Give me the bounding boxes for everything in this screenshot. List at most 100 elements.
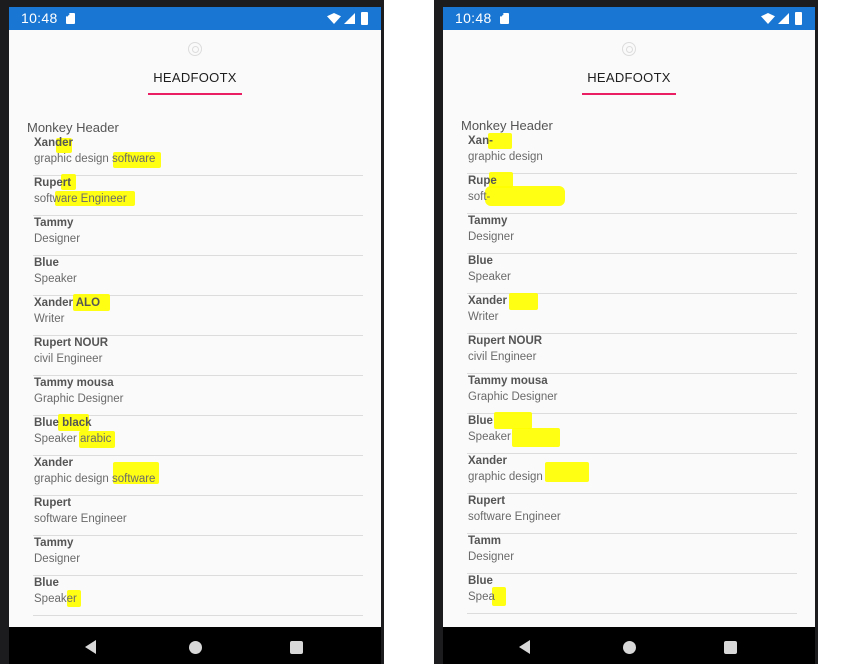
list-item[interactable]: Rupert NOUR civil Engineer bbox=[33, 336, 363, 376]
signal-icon bbox=[344, 13, 355, 24]
status-time: 10:48 bbox=[21, 10, 58, 26]
sd-card-icon bbox=[500, 13, 509, 24]
item-role: Graphic Designer bbox=[34, 393, 124, 405]
phone-left: 10:48 HEADFOOTX Monkey Header Xander gra… bbox=[0, 0, 384, 664]
item-name: Xander bbox=[34, 457, 73, 469]
item-name: Xander bbox=[34, 137, 73, 149]
tab-indicator bbox=[582, 93, 676, 95]
list-item[interactable]: Xander graphic design software bbox=[33, 456, 363, 496]
list-header: Monkey Header bbox=[461, 118, 553, 133]
item-name: Xander bbox=[468, 455, 507, 467]
item-role: Designer bbox=[34, 553, 81, 565]
item-name: Blue bbox=[34, 257, 59, 269]
highlight-mark bbox=[494, 412, 532, 429]
item-name: Rupert bbox=[34, 177, 72, 189]
tab-icon[interactable] bbox=[188, 42, 202, 56]
wifi-icon bbox=[327, 13, 341, 24]
status-time: 10:48 bbox=[455, 10, 492, 26]
item-role: Designer bbox=[468, 231, 515, 243]
item-name: Tammy bbox=[34, 537, 74, 549]
phone-screen: 10:48 HEADFOOTX Monkey Header Xan- graph… bbox=[443, 7, 815, 627]
signal-icon bbox=[778, 13, 789, 24]
list-item[interactable]: Tamm Designer bbox=[467, 534, 797, 574]
phone-screen: 10:48 HEADFOOTX Monkey Header Xander gra… bbox=[9, 7, 381, 627]
tab-indicator bbox=[148, 93, 242, 95]
nav-bar bbox=[443, 627, 815, 664]
list-item[interactable]: Tammy mousa Graphic Designer bbox=[467, 374, 797, 414]
list-item[interactable]: Rupert NOUR civil Engineer bbox=[467, 334, 797, 374]
item-role: Designer bbox=[468, 551, 515, 563]
item-role: graphic design software bbox=[34, 153, 156, 165]
item-name: Tammy bbox=[34, 217, 74, 229]
back-icon[interactable] bbox=[519, 640, 530, 654]
tab-icon[interactable] bbox=[622, 42, 636, 56]
item-name: Rupert NOUR bbox=[34, 337, 109, 349]
list-item[interactable]: Xander Writer bbox=[467, 293, 797, 334]
tab-headfootx[interactable]: HEADFOOTX bbox=[9, 70, 381, 85]
list-item[interactable]: Blue Spea bbox=[467, 574, 797, 614]
item-name: Tamm bbox=[468, 535, 502, 547]
recent-apps-icon[interactable] bbox=[290, 641, 303, 654]
list-item[interactable]: Rupert software Engineer bbox=[467, 494, 797, 534]
list-item[interactable]: Xan- graphic design bbox=[467, 133, 797, 174]
item-name: Xander ALO bbox=[34, 297, 101, 309]
list-item[interactable]: Xander graphic design software bbox=[33, 136, 363, 176]
item-role: Writer bbox=[34, 313, 65, 325]
item-role: Speaker bbox=[468, 431, 511, 443]
item-name: Blue bbox=[468, 255, 493, 267]
item-name: Rupert NOUR bbox=[468, 335, 543, 347]
phone-right: 10:48 HEADFOOTX Monkey Header Xan- graph… bbox=[434, 0, 818, 664]
tab-headfootx[interactable]: HEADFOOTX bbox=[443, 70, 815, 85]
home-icon[interactable] bbox=[189, 641, 202, 654]
list-item[interactable]: Tammy Designer bbox=[33, 536, 363, 576]
list-item[interactable]: Blue Speaker bbox=[467, 412, 797, 454]
shell-tab-bar: HEADFOOTX bbox=[9, 30, 381, 100]
item-name: Tammy mousa bbox=[34, 377, 114, 389]
item-role: Speaker bbox=[468, 271, 511, 283]
list-item[interactable]: Xander ALO Writer bbox=[33, 294, 363, 336]
shell-tab-bar: HEADFOOTX bbox=[443, 30, 815, 100]
list-item[interactable]: Blue Speaker bbox=[33, 256, 363, 296]
item-role: Speaker bbox=[34, 273, 77, 285]
list-item[interactable]: Tammy mousa Graphic Designer bbox=[33, 376, 363, 416]
item-role: software Engineer bbox=[34, 193, 127, 205]
list-item[interactable]: Rupert software Engineer bbox=[33, 174, 363, 216]
list-item[interactable]: Xander graphic design bbox=[467, 454, 797, 494]
list-item[interactable]: Rupe soft- bbox=[467, 172, 797, 214]
item-name: Blue bbox=[468, 575, 493, 587]
recent-apps-icon[interactable] bbox=[724, 641, 737, 654]
item-role: soft- bbox=[468, 191, 491, 203]
battery-icon bbox=[361, 12, 368, 25]
item-name: Blue bbox=[34, 577, 59, 589]
nav-bar bbox=[9, 627, 381, 664]
item-name: Xan- bbox=[468, 135, 493, 147]
list-item[interactable]: Blue Speaker bbox=[467, 254, 797, 294]
item-name: Rupert bbox=[468, 495, 506, 507]
item-role: graphic design bbox=[468, 471, 543, 483]
status-bar: 10:48 bbox=[443, 7, 815, 30]
list-item[interactable]: Tammy Designer bbox=[467, 214, 797, 254]
item-role: civil Engineer bbox=[34, 353, 103, 365]
monkey-list[interactable]: Xan- graphic design Rupe soft- Tammy Des… bbox=[443, 133, 815, 614]
item-role: graphic design bbox=[468, 151, 543, 163]
list-header: Monkey Header bbox=[27, 120, 119, 135]
item-role: graphic design software bbox=[34, 473, 156, 485]
item-name: Blue black bbox=[34, 417, 92, 429]
item-role: Speaker bbox=[34, 593, 77, 605]
highlight-mark bbox=[512, 428, 560, 447]
item-role: Speaker arabic bbox=[34, 433, 112, 445]
list-item[interactable]: Blue Speaker bbox=[33, 576, 363, 616]
item-name: Tammy mousa bbox=[468, 375, 548, 387]
list-item[interactable]: Blue black Speaker arabic bbox=[33, 414, 363, 456]
item-role: software Engineer bbox=[34, 513, 127, 525]
item-role: software Engineer bbox=[468, 511, 561, 523]
highlight-mark bbox=[485, 186, 565, 206]
list-item[interactable]: Tammy Designer bbox=[33, 216, 363, 256]
list-item[interactable]: Rupert software Engineer bbox=[33, 496, 363, 536]
item-role: Graphic Designer bbox=[468, 391, 558, 403]
back-icon[interactable] bbox=[85, 640, 96, 654]
sd-card-icon bbox=[66, 13, 75, 24]
home-icon[interactable] bbox=[623, 641, 636, 654]
item-name: Xander bbox=[468, 295, 507, 307]
monkey-list[interactable]: Xander graphic design software Rupert so… bbox=[9, 136, 381, 616]
